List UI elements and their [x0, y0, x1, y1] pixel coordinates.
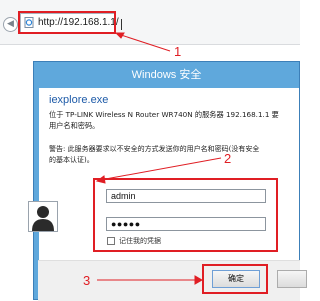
cancel-button[interactable] — [277, 270, 307, 288]
user-silhouette-icon — [29, 202, 57, 231]
annotation-number-3: 3 — [83, 273, 91, 288]
dialog-message-line1: 位于 TP-LINK Wireless N Router WR740N 的服务器… — [49, 110, 279, 119]
user-avatar-icon — [28, 201, 58, 232]
dialog-message-line2: 用户名和密码。 — [49, 121, 100, 130]
annotation-box-credentials — [93, 178, 278, 252]
annotation-number-1: 1 — [174, 44, 182, 59]
dialog-warning: 警告: 此服务器要求以不安全的方式发送你的用户名和密码(没有安全 的基本认证)。 — [49, 144, 304, 166]
annotation-box-ok — [202, 264, 268, 294]
dialog-warning-line2: 的基本认证)。 — [49, 156, 94, 164]
dialog-warning-line1: 警告: 此服务器要求以不安全的方式发送你的用户名和密码(没有安全 — [49, 145, 260, 153]
annotation-box-url — [18, 11, 116, 34]
dialog-app-name: iexplore.exe — [49, 94, 109, 106]
dialog-title: Windows 安全 — [131, 69, 202, 81]
back-arrow-icon[interactable]: ◀ — [3, 17, 18, 32]
annotation-number-2: 2 — [224, 151, 232, 166]
text-caret — [121, 19, 122, 30]
dialog-message: 位于 TP-LINK Wireless N Router WR740N 的服务器… — [49, 109, 304, 131]
